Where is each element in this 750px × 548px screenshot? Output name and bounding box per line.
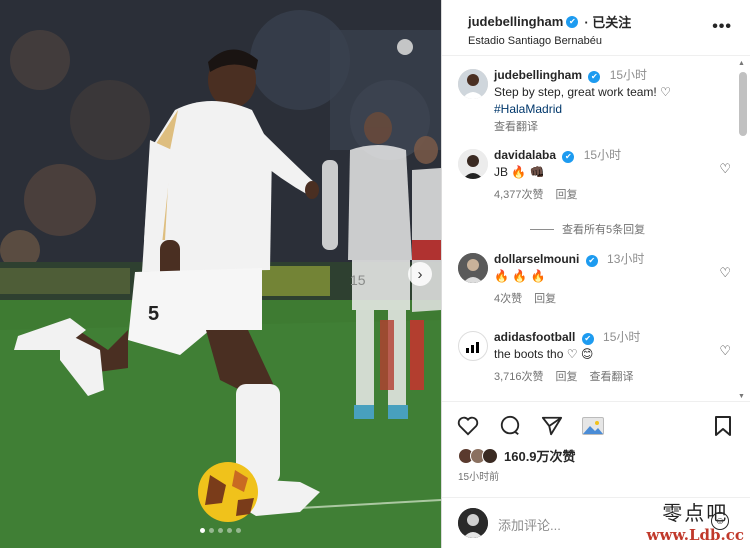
verified-badge-icon: ✔ (588, 70, 601, 83)
follow-status-button[interactable]: · 已关注 (584, 12, 631, 31)
reply-button[interactable]: 回复 (556, 369, 578, 386)
comments-list[interactable]: judebellingham ✔ 15小时 Step by step, grea… (442, 57, 737, 401)
scrollbar-thumb[interactable] (739, 72, 747, 136)
verified-badge-icon: ✔ (562, 150, 575, 163)
site-watermark: 零点吧 www.Ldb.cc (647, 497, 744, 544)
likes-summary[interactable]: 160.9万次赞 (458, 446, 576, 465)
verified-badge-icon: ✔ (585, 254, 598, 267)
comment-time: 15小时 (609, 68, 648, 82)
avatar-illustration (458, 149, 488, 179)
heart-outline-icon (457, 416, 479, 436)
avatar[interactable] (458, 149, 488, 179)
scroll-down-icon[interactable]: ▼ (738, 393, 745, 400)
avatar-illustration (458, 253, 488, 283)
avatar (458, 508, 488, 538)
avatar-illustration (458, 508, 488, 538)
replies-divider-line (530, 228, 554, 230)
comment-text: the boots tho ♡ 😊 (494, 347, 594, 361)
reply-button[interactable]: 回复 (556, 187, 578, 204)
carousel-dots (200, 528, 241, 533)
avatar-illustration (458, 69, 488, 99)
comment-username[interactable]: judebellingham (494, 68, 582, 82)
paper-plane-icon (541, 416, 563, 436)
likes-count[interactable]: 160.9万次赞 (504, 446, 576, 465)
view-replies-label[interactable]: 查看所有5条回复 (562, 221, 645, 237)
comment-username[interactable]: dollarselmouni (494, 252, 579, 266)
carousel-dot (227, 528, 232, 533)
avatar[interactable] (458, 253, 488, 283)
avatar[interactable] (458, 69, 488, 99)
comment-username[interactable]: adidasfootball (494, 330, 575, 344)
comment-item: adidasfootball ✔ 15小时 the boots tho ♡ 😊 … (458, 329, 733, 386)
post-location[interactable]: Estadio Santiago Bernabéu (468, 35, 750, 47)
comment-item: dollarselmouni ✔ 13小时 🔥 🔥 🔥 4次赞 回复 ♡ (458, 251, 733, 308)
comment-time: 15小时 (583, 148, 622, 162)
comment-like-heart-icon[interactable]: ♡ (719, 343, 731, 359)
post-photo[interactable]: 15 5 › (0, 0, 441, 548)
bookmark-icon (715, 416, 731, 436)
like-heart-icon[interactable] (456, 414, 480, 438)
author-username[interactable]: judebellingham (468, 14, 563, 29)
more-options-icon[interactable]: ••• (712, 18, 732, 36)
see-translation-link[interactable]: 查看翻译 (494, 121, 538, 133)
post-side-panel: judebellingham ✔ · 已关注 Estadio Santiago … (441, 0, 750, 548)
post-actions: 160.9万次赞 15小时前 (442, 401, 750, 497)
comment-like-heart-icon[interactable]: ♡ (719, 265, 731, 281)
comment-text: Step by step, great work team! ♡ (494, 85, 671, 99)
carousel-dot (218, 528, 223, 533)
comment-item: davidalaba ✔ 15小时 JB 🔥 👊🏿 4,377次赞 回复 ♡ (458, 147, 733, 204)
comments-scrollbar[interactable]: ▲ ▼ (738, 60, 748, 400)
shirt-number: 5 (148, 303, 159, 325)
comment-text: JB 🔥 👊🏿 (494, 165, 545, 179)
next-photo-arrow-icon[interactable]: › (408, 262, 432, 286)
share-send-icon[interactable] (540, 414, 564, 438)
comment-like-heart-icon[interactable]: ♡ (719, 161, 731, 177)
watermark-title: 零点吧 (662, 501, 729, 525)
comment-bubble-icon (500, 415, 520, 435)
caption-item: judebellingham ✔ 15小时 Step by step, grea… (458, 67, 733, 136)
hashtag-link[interactable]: #HalaMadrid (494, 102, 562, 116)
scroll-up-icon[interactable]: ▲ (738, 60, 745, 67)
reply-button[interactable]: 回复 (534, 291, 556, 308)
avatar[interactable] (458, 331, 488, 361)
verified-badge-icon: ✔ (566, 15, 579, 28)
photo-illustration: 15 5 (0, 0, 441, 548)
comment-input[interactable]: 添加评论... (498, 515, 561, 534)
watermark-url: www.Ldb.cc (646, 526, 744, 544)
comment-like-count[interactable]: 4,377次赞 (494, 187, 544, 204)
comment-time: 13小时 (607, 252, 645, 266)
adidas-logo-icon (466, 342, 479, 353)
comment-like-count[interactable]: 4次赞 (494, 291, 522, 308)
comment-time: 15小时 (603, 330, 641, 344)
post-timestamp: 15小时前 (458, 472, 500, 483)
save-bookmark-icon[interactable] (711, 414, 735, 438)
comment-icon[interactable] (498, 414, 522, 438)
carousel-dot (200, 528, 205, 533)
see-translation-link[interactable]: 查看翻译 (590, 369, 634, 386)
comment-text: 🔥 🔥 🔥 (494, 269, 546, 283)
comment-like-count[interactable]: 3,716次赞 (494, 369, 544, 386)
image-thumbnail-icon[interactable] (582, 417, 604, 435)
image-icon (583, 421, 603, 434)
comment-username[interactable]: davidalaba (494, 148, 556, 162)
carousel-dot (209, 528, 214, 533)
verified-badge-icon: ✔ (581, 332, 594, 345)
carousel-dot (236, 528, 241, 533)
view-replies-link[interactable]: 查看所有5条回复 (530, 221, 645, 237)
likers-avatars (458, 447, 498, 464)
post-header: judebellingham ✔ · 已关注 Estadio Santiago … (442, 0, 750, 56)
avatar (482, 447, 498, 464)
background-shirt-number: 15 (350, 272, 366, 288)
